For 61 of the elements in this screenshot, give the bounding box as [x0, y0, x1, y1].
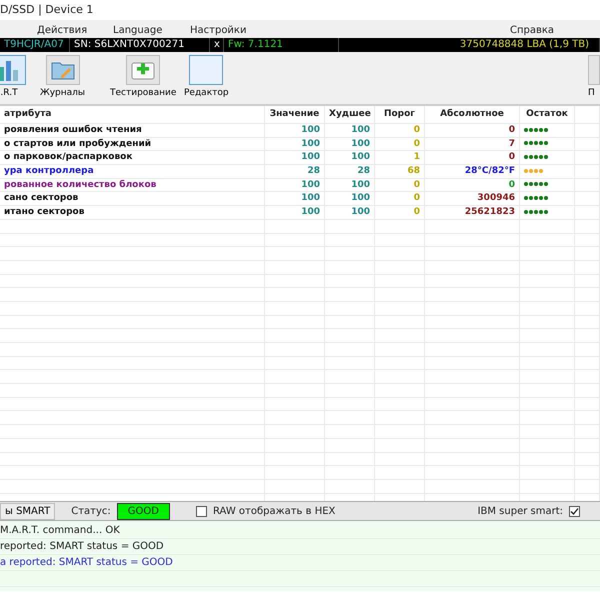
- table-cell: 7: [425, 138, 520, 151]
- menu-item[interactable]: Действия: [37, 23, 88, 38]
- table-cell: 28°C/82°F: [425, 165, 520, 178]
- log-line: reported: SMART status = GOOD: [0, 539, 600, 555]
- window-title: D/SSD | Device 1: [0, 2, 94, 18]
- table-cell: 100: [265, 178, 325, 192]
- table-cell: 0: [375, 192, 425, 206]
- table-cell: 100: [325, 206, 375, 220]
- column-header[interactable]: атрибута: [0, 106, 265, 123]
- smart-button[interactable]: ы SMART: [0, 502, 56, 520]
- table-cell: 100: [325, 138, 375, 151]
- menu-item[interactable]: Справка: [510, 23, 554, 38]
- toolbar-button[interactable]: Журналы: [40, 55, 85, 100]
- status-label: Статус:: [71, 504, 111, 518]
- table-cell: 0: [375, 138, 425, 151]
- folder-icon: [50, 60, 74, 80]
- column-header[interactable]: Порог: [375, 106, 425, 123]
- attribute-name: сано секторов: [0, 192, 265, 206]
- table-cell: 68: [375, 165, 425, 178]
- menu-item[interactable]: Настройки: [190, 23, 246, 38]
- table-cell: 1: [375, 151, 425, 164]
- attribute-name: роявления ошибок чтения: [0, 124, 265, 137]
- table-cell: 0: [425, 178, 520, 192]
- table-cell: 100: [265, 206, 325, 220]
- table-cell: 0: [425, 124, 520, 137]
- table-cell: 0: [375, 178, 425, 192]
- table-cell: 0: [375, 124, 425, 137]
- table-cell: 28: [265, 165, 325, 178]
- checkbox-label: RAW отображать в HEX: [212, 504, 336, 518]
- first-aid-kit-icon: [131, 60, 156, 80]
- table-cell: 0: [425, 151, 520, 164]
- table-cell: 100: [325, 151, 375, 164]
- column-header[interactable]: Абсолютное: [425, 106, 520, 123]
- status-badge: GOOD: [116, 502, 170, 520]
- column-header[interactable]: Значение: [265, 106, 325, 123]
- column-header[interactable]: Остаток: [520, 106, 575, 123]
- checkbox[interactable]: [569, 506, 580, 516]
- table-cell: 100: [325, 192, 375, 206]
- table-cell: 100: [265, 124, 325, 137]
- table-cell: 100: [265, 138, 325, 151]
- menu-item[interactable]: Language: [113, 23, 162, 38]
- checkbox-label: IBM super smart:: [478, 504, 563, 518]
- table-cell: 100: [325, 124, 375, 137]
- table-cell: 0: [375, 206, 425, 220]
- checkbox[interactable]: [196, 506, 207, 516]
- table-cell: 25621823: [425, 206, 520, 220]
- log-line: M.A.R.T. command... OK: [0, 523, 600, 539]
- table-cell: 100: [325, 178, 375, 192]
- table-cell: 28: [325, 165, 375, 178]
- attribute-name: ура контроллера: [0, 165, 265, 178]
- bar-chart-icon: [0, 59, 19, 81]
- attribute-name: о стартов или пробуждений: [0, 138, 265, 151]
- column-header[interactable]: Худшее: [325, 106, 375, 123]
- log-line: a reported: SMART status = GOOD: [0, 555, 600, 571]
- table-cell: 300946: [425, 192, 520, 206]
- table-cell: 100: [265, 192, 325, 206]
- table-cell: 100: [265, 151, 325, 164]
- attribute-name: итано секторов: [0, 206, 265, 220]
- attribute-name: о парковок/распарковок: [0, 151, 265, 164]
- attribute-name: рованное количество блоков: [0, 178, 265, 192]
- toolbar-button[interactable]: Тестирование: [110, 55, 176, 100]
